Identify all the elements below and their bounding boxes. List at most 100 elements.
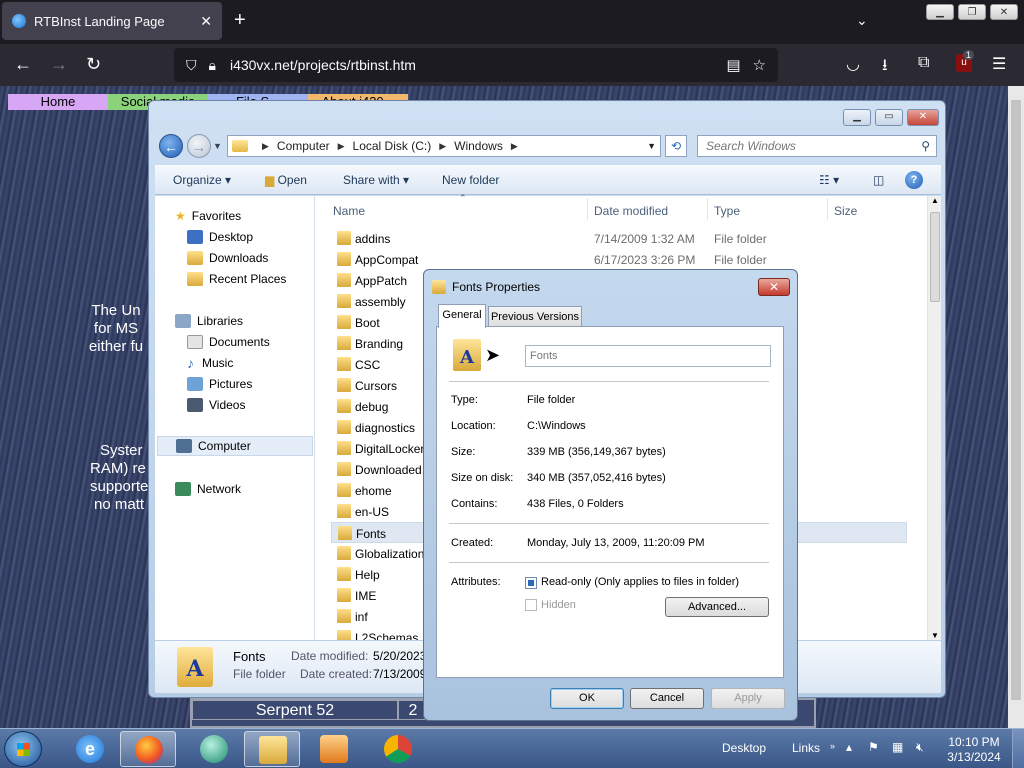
apply-button[interactable]: Apply [711, 688, 785, 709]
links-toolbar[interactable]: Links [792, 741, 820, 755]
reload-icon[interactable]: ↻ [86, 54, 101, 74]
nav-network[interactable]: Network [175, 479, 241, 499]
page-scrollbar-thumb[interactable] [1011, 100, 1021, 700]
hidden-checkbox[interactable] [525, 599, 537, 611]
explorer-close-icon[interactable]: ✕ [907, 109, 939, 126]
nav-favorites[interactable]: ★ Favorites [175, 206, 241, 226]
folder-name-input[interactable]: Fonts [525, 345, 771, 367]
page-scrollbar[interactable] [1008, 86, 1024, 728]
nav-music[interactable]: ♪ Music [187, 353, 233, 373]
reader-view-icon[interactable]: ▤ [726, 56, 740, 74]
breadcrumb-computer[interactable]: Computer [277, 139, 330, 153]
share-with-button[interactable]: Share with ▾ [343, 173, 409, 187]
nav-pictures[interactable]: Pictures [187, 374, 252, 394]
taskbar-media-player[interactable] [306, 731, 362, 767]
nav-downloads[interactable]: Downloads [187, 248, 268, 268]
help-icon[interactable]: ? [905, 171, 923, 189]
search-icon[interactable]: ⚲ [921, 136, 930, 156]
advanced-button[interactable]: Advanced... [665, 597, 769, 617]
page-tab-home[interactable]: Home [8, 94, 108, 110]
address-dropdown-icon[interactable]: ▼ [647, 141, 656, 151]
new-tab-icon[interactable]: + [234, 10, 246, 30]
network-tray-icon[interactable]: ▦ [892, 740, 903, 754]
nav-desktop[interactable]: Desktop [187, 227, 253, 247]
restore-window-icon[interactable]: ❐ [958, 4, 986, 20]
clock[interactable]: 10:10 PM 3/13/2024 [946, 735, 1002, 765]
desktop-toolbar[interactable]: Desktop [722, 741, 766, 755]
nav-libraries[interactable]: Libraries [175, 311, 243, 331]
links-chevron-icon[interactable]: » [830, 741, 835, 751]
explorer-forward-icon[interactable]: → [187, 134, 211, 158]
details-name: Fonts [233, 649, 266, 664]
explorer-back-icon[interactable]: ← [159, 134, 183, 158]
downloads-icon[interactable]: ⭳ [882, 54, 888, 81]
readonly-label[interactable]: Read-only (Only applies to files in fold… [541, 576, 739, 588]
scrollbar-thumb[interactable] [930, 212, 940, 302]
scroll-down-icon[interactable]: ▼ [931, 631, 939, 640]
scroll-up-icon[interactable]: ▲ [931, 196, 939, 205]
breadcrumb-local-disk[interactable]: Local Disk (C:) [353, 139, 432, 153]
nav-videos[interactable]: Videos [187, 395, 245, 415]
preview-pane-icon[interactable]: ◫ [873, 173, 884, 187]
ok-button[interactable]: OK [550, 688, 624, 709]
nav-documents[interactable]: Documents [187, 332, 270, 352]
pocket-icon[interactable]: ◡ [846, 54, 860, 74]
nav-recent-places[interactable]: Recent Places [187, 269, 286, 289]
forward-arrow-icon[interactable]: → [50, 54, 68, 74]
explorer-minimize-icon[interactable]: ▁ [843, 109, 871, 126]
taskbar-firefox[interactable] [120, 731, 176, 767]
breadcrumb-arrow-icon[interactable]: ▶ [262, 141, 269, 152]
table-row[interactable]: addins 7/14/2009 1:32 AM File folder [331, 228, 907, 249]
open-button[interactable]: ▆ Open [265, 173, 307, 187]
search-placeholder: Search Windows [706, 139, 796, 153]
explorer-search-input[interactable]: Search Windows ⚲ [697, 135, 937, 157]
close-window-icon[interactable]: ✕ [990, 4, 1018, 20]
taskbar-chrome[interactable] [370, 731, 426, 767]
breadcrumb-arrow-icon[interactable]: ▶ [338, 141, 345, 152]
dialog-close-icon[interactable]: ✕ [758, 278, 790, 296]
breadcrumb-arrow-icon[interactable]: ▶ [511, 141, 518, 152]
lock-icon[interactable]: 🔒︎ [209, 57, 216, 74]
explorer-address-bar[interactable]: ▶ Computer ▶ Local Disk (C:) ▶ Windows ▶… [227, 135, 661, 157]
new-folder-button[interactable]: New folder [442, 173, 499, 187]
nav-computer[interactable]: Computer [157, 436, 313, 456]
taskbar-chat-app[interactable] [186, 731, 242, 767]
address-bar[interactable]: ⛉ 🔒︎ i430vx.net/projects/rtbinst.htm ▤ ☆ [174, 48, 778, 82]
folder-icon [337, 336, 351, 350]
show-hidden-icons[interactable]: ▴ [846, 740, 852, 754]
refresh-icon[interactable]: ⟲ [665, 135, 687, 157]
extensions-icon[interactable]: ⧉ [918, 54, 929, 72]
taskbar-internet-explorer[interactable]: e [62, 731, 118, 767]
volume-muted-icon[interactable]: 🔇︎ [916, 740, 924, 755]
start-button[interactable] [4, 731, 42, 767]
table-row[interactable]: AppCompat 6/17/2023 3:26 PM File folder [331, 249, 907, 270]
taskbar-explorer[interactable] [244, 731, 300, 767]
tab-general[interactable]: General [438, 304, 486, 328]
change-view-icon[interactable]: ☷ ▾ [819, 173, 839, 187]
shield-icon[interactable]: ⛉ [186, 57, 197, 74]
folder-icon [337, 252, 351, 266]
browser-tab[interactable]: RTBInst Landing Page ✕ [2, 2, 222, 40]
action-center-flag-icon[interactable]: ⚑ [868, 740, 879, 754]
back-arrow-icon[interactable]: ← [14, 54, 32, 74]
organize-button[interactable]: Organize ▾ [173, 173, 231, 187]
menu-hamburger-icon[interactable]: ☰ [992, 54, 1006, 74]
nav-label: Recent Places [209, 272, 287, 286]
list-all-tabs-icon[interactable]: ⌄ [856, 12, 868, 29]
breadcrumb-arrow-icon[interactable]: ▶ [439, 141, 446, 152]
downloads-folder-icon [187, 251, 203, 265]
hidden-label[interactable]: Hidden [541, 599, 576, 611]
tab-close-icon[interactable]: ✕ [200, 13, 212, 30]
file-date: 7/14/2009 1:32 AM [594, 232, 695, 246]
cancel-button[interactable]: Cancel [630, 688, 704, 709]
explorer-maximize-icon[interactable]: ▭ [875, 109, 903, 126]
history-dropdown-icon[interactable]: ▼ [213, 141, 222, 151]
bookmark-star-icon[interactable]: ☆ [753, 56, 766, 74]
show-desktop-button[interactable] [1012, 729, 1024, 768]
url-text[interactable]: i430vx.net/projects/rtbinst.htm [230, 57, 726, 73]
tab-previous-versions[interactable]: Previous Versions [488, 306, 582, 328]
file-list-scrollbar[interactable]: ▲ ▼ [927, 196, 941, 640]
breadcrumb-windows[interactable]: Windows [454, 139, 503, 153]
readonly-checkbox[interactable] [525, 577, 537, 589]
minimize-window-icon[interactable]: ▁ [926, 4, 954, 20]
